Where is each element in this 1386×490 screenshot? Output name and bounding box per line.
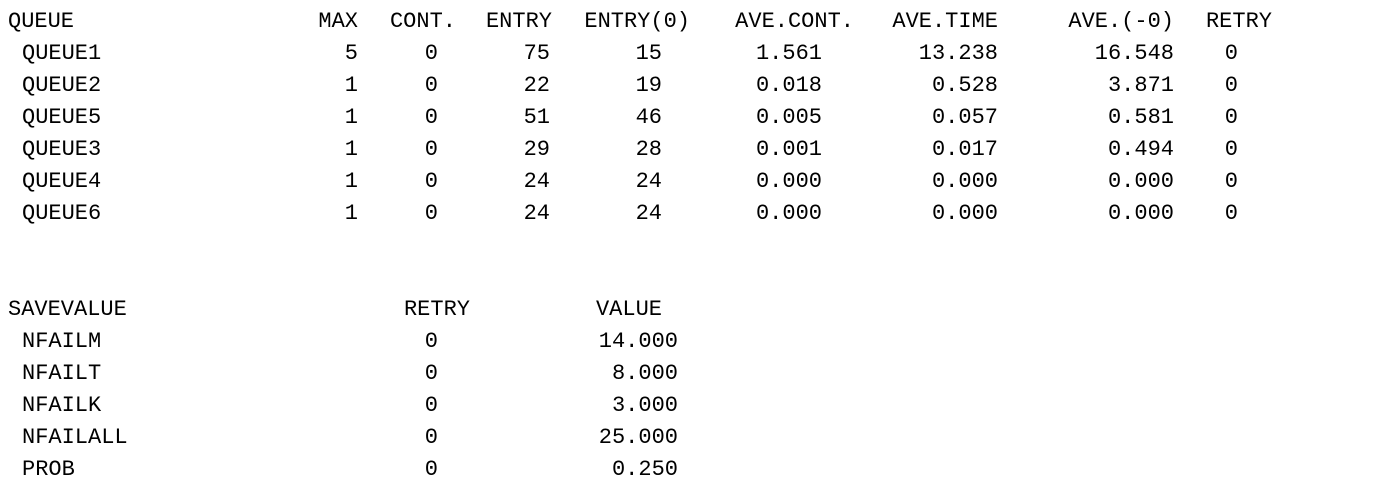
ave-time-cell: 0.017 [931,137,998,162]
header-savevalue-retry: RETRY [403,297,470,322]
entry-cell: 29 [523,137,550,162]
retry-cell: 0 [1224,105,1238,130]
queue-name-cell: QUEUE1 [22,41,102,66]
ave-minus-zero-cell: 0.494 [1107,137,1174,162]
cont-cell: 0 [424,169,438,194]
header-savevalue: SAVEVALUE [8,297,127,322]
retry-cell: 0 [1224,41,1238,66]
max-cell: 1 [344,137,358,162]
ave-cont-cell: 0.018 [755,73,822,98]
header-cont: CONT. [389,9,456,34]
savevalue-value-cell: 0.250 [611,457,678,482]
retry-cell: 0 [1224,73,1238,98]
header-entry: ENTRY [485,9,552,34]
ave-cont-cell: 0.001 [755,137,822,162]
cont-cell: 0 [424,105,438,130]
entry-cell: 51 [523,105,550,130]
savevalue-name-cell: NFAILM [22,329,102,354]
entry-zero-cell: 46 [635,105,662,130]
gpss-report: QUEUE MAX CONT. ENTRY ENTRY(0) AVE.CONT.… [0,0,1386,490]
savevalue-value-cell: 25.000 [598,425,678,450]
max-cell: 1 [344,201,358,226]
entry-cell: 75 [523,41,550,66]
ave-minus-zero-cell: 3.871 [1107,73,1174,98]
entry-cell: 24 [523,201,550,226]
header-queue: QUEUE [8,9,75,34]
ave-time-cell: 13.238 [918,41,998,66]
ave-cont-cell: 1.561 [755,41,822,66]
cont-cell: 0 [424,201,438,226]
entry-zero-cell: 24 [635,169,662,194]
ave-time-cell: 0.528 [931,73,998,98]
ave-cont-cell: 0.000 [755,169,822,194]
cont-cell: 0 [424,41,438,66]
header-entry-zero: ENTRY(0) [584,9,690,34]
header-retry: RETRY [1205,9,1272,34]
ave-minus-zero-cell: 16.548 [1094,41,1174,66]
retry-cell: 0 [1224,169,1238,194]
header-ave-cont: AVE.CONT. [735,9,854,34]
savevalue-retry-cell: 0 [424,425,438,450]
savevalue-retry-cell: 0 [424,393,438,418]
ave-cont-cell: 0.000 [755,201,822,226]
header-max: MAX [318,9,358,34]
entry-cell: 22 [523,73,550,98]
max-cell: 5 [344,41,358,66]
entry-cell: 24 [523,169,550,194]
queue-name-cell: QUEUE6 [22,201,102,226]
savevalue-name-cell: PROB [22,457,75,482]
queue-name-cell: QUEUE5 [22,105,102,130]
ave-minus-zero-cell: 0.581 [1107,105,1174,130]
ave-time-cell: 0.057 [931,105,998,130]
entry-zero-cell: 24 [635,201,662,226]
header-savevalue-value: VALUE [595,297,662,322]
savevalue-value-cell: 14.000 [598,329,678,354]
savevalue-retry-cell: 0 [424,457,438,482]
savevalue-retry-cell: 0 [424,361,438,386]
savevalue-name-cell: NFAILT [22,361,102,386]
entry-zero-cell: 28 [635,137,662,162]
cont-cell: 0 [424,137,438,162]
queue-name-cell: QUEUE2 [22,73,102,98]
max-cell: 1 [344,169,358,194]
queue-name-cell: QUEUE3 [22,137,102,162]
savevalue-name-cell: NFAILK [22,393,102,418]
savevalue-value-cell: 8.000 [611,361,678,386]
header-ave-minus-zero: AVE.(-0) [1068,9,1174,34]
cont-cell: 0 [424,73,438,98]
ave-minus-zero-cell: 0.000 [1107,201,1174,226]
ave-time-cell: 0.000 [931,169,998,194]
savevalue-retry-cell: 0 [424,329,438,354]
savevalue-name-cell: NFAILALL [22,425,128,450]
entry-zero-cell: 15 [635,41,662,66]
entry-zero-cell: 19 [635,73,662,98]
max-cell: 1 [344,73,358,98]
queue-name-cell: QUEUE4 [22,169,102,194]
ave-minus-zero-cell: 0.000 [1107,169,1174,194]
savevalue-value-cell: 3.000 [611,393,678,418]
max-cell: 1 [344,105,358,130]
ave-time-cell: 0.000 [931,201,998,226]
ave-cont-cell: 0.005 [755,105,822,130]
header-ave-time: AVE.TIME [892,9,998,34]
retry-cell: 0 [1224,201,1238,226]
retry-cell: 0 [1224,137,1238,162]
